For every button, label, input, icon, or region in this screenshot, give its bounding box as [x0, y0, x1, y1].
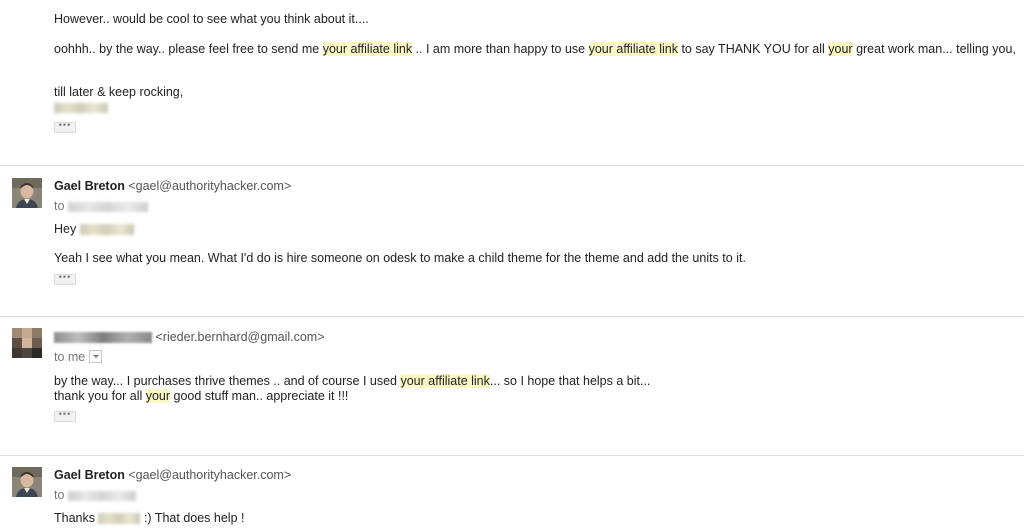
redacted-sender-name[interactable]	[54, 332, 152, 344]
recipient-line: to me	[54, 350, 103, 364]
message-separator	[0, 165, 1024, 166]
message1-signature-redacted	[54, 99, 108, 115]
sender-name[interactable]: Gael Breton	[54, 468, 125, 482]
text: oohhh.. by the way.. please feel free to…	[54, 42, 323, 56]
ellipsis-icon: •••	[58, 272, 72, 282]
ellipsis-icon: •••	[58, 120, 72, 130]
avatar[interactable]	[12, 178, 42, 208]
sender-name[interactable]: Gael Breton	[54, 179, 125, 193]
message2-greeting: Hey	[54, 221, 134, 237]
message3-line1: by the way... I purchases thrive themes …	[54, 373, 650, 389]
search-highlight: your affiliate link	[322, 42, 413, 56]
redacted-recipient	[67, 201, 148, 212]
search-highlight: your	[828, 42, 853, 56]
text: thank you for all	[54, 389, 146, 403]
chevron-down-icon[interactable]	[89, 350, 103, 364]
recipient-line: to	[54, 199, 148, 213]
message-separator	[0, 455, 1024, 456]
search-highlight: your affiliate link	[400, 374, 490, 388]
avatar[interactable]	[12, 328, 42, 358]
sender-email: <rieder.bernhard@gmail.com>	[155, 330, 325, 344]
avatar[interactable]	[12, 467, 42, 497]
show-trimmed-content-button[interactable]: •••	[54, 120, 76, 133]
message1-line1: However.. would be cool to see what you …	[54, 12, 369, 26]
sender-email: <gael@authorityhacker.com>	[128, 468, 292, 482]
message1-signoff: till later & keep rocking,	[54, 85, 184, 99]
thanks-text: Thanks	[54, 511, 95, 525]
greeting-text: Hey	[54, 222, 77, 236]
ellipsis-icon: •••	[58, 409, 72, 419]
message4-body: Thanks :) That does help !	[54, 510, 244, 526]
message1-line2: oohhh.. by the way.. please feel free to…	[54, 41, 1016, 57]
text: ... so I hope that helps a bit...	[489, 374, 651, 388]
sender-line: <rieder.bernhard@gmail.com>	[54, 330, 325, 344]
redacted-name	[79, 224, 134, 236]
message-separator	[0, 316, 1024, 317]
text: by the way... I purchases thrive themes …	[54, 374, 401, 388]
thanks-suffix: :) That does help !	[140, 511, 245, 525]
redacted-name	[54, 102, 108, 113]
text: .. I am more than happy to use	[412, 42, 589, 56]
show-trimmed-content-button[interactable]: •••	[54, 272, 76, 285]
avatar-gael-image	[12, 467, 42, 497]
to-label: to	[54, 488, 65, 502]
sender-line: Gael Breton <gael@authorityhacker.com>	[54, 179, 291, 193]
search-highlight: your	[145, 389, 171, 403]
message3-line2: thank you for all your good stuff man.. …	[54, 388, 348, 404]
text: good stuff man.. appreciate it !!!	[170, 389, 349, 403]
redacted-name	[98, 513, 141, 525]
sender-line: Gael Breton <gael@authorityhacker.com>	[54, 468, 291, 482]
recipient-line: to	[54, 488, 136, 502]
show-trimmed-content-button[interactable]: •••	[54, 409, 76, 422]
message2-body: Yeah I see what you mean. What I'd do is…	[54, 251, 746, 265]
redacted-recipient	[67, 490, 136, 501]
search-highlight: your affiliate link	[588, 42, 678, 56]
avatar-gael-image	[12, 178, 42, 208]
text: great work man... telling you,	[852, 42, 1016, 56]
to-label: to me	[54, 350, 86, 364]
avatar-blurred-image	[12, 328, 42, 358]
text: to say THANK YOU for all	[677, 42, 829, 56]
sender-email: <gael@authorityhacker.com>	[128, 179, 292, 193]
to-label: to	[54, 199, 65, 213]
